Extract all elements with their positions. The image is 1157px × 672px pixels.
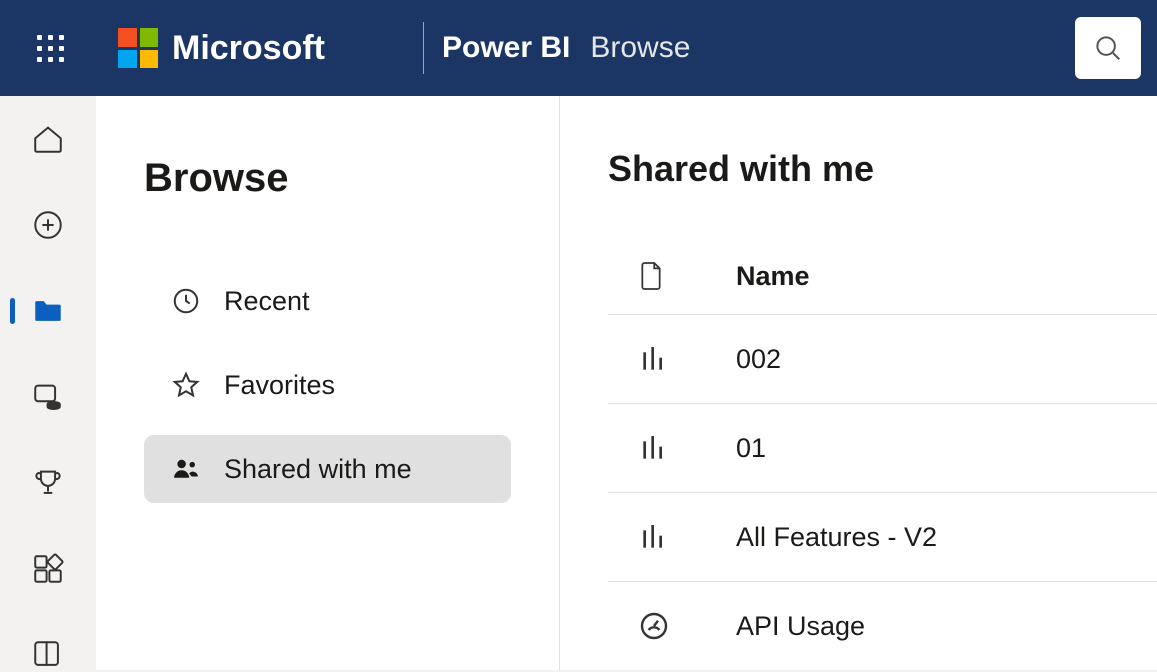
nav-data-hub[interactable] xyxy=(0,380,96,414)
app-launcher-button[interactable] xyxy=(32,30,68,66)
table-row[interactable]: 01 xyxy=(608,404,1157,493)
browse-item-label: Recent xyxy=(224,286,310,317)
table-row[interactable]: API Usage xyxy=(608,582,1157,670)
nav-learn[interactable] xyxy=(0,638,96,672)
row-name: 002 xyxy=(736,344,781,375)
browse-item-shared[interactable]: Shared with me xyxy=(144,435,511,503)
nav-metrics[interactable] xyxy=(0,466,96,500)
search-icon xyxy=(1093,33,1123,63)
row-name: 01 xyxy=(736,433,766,464)
header-breadcrumb: Browse xyxy=(590,31,690,65)
microsoft-logo-icon xyxy=(118,28,158,68)
report-icon xyxy=(638,343,736,375)
star-icon xyxy=(170,369,202,401)
nav-apps[interactable] xyxy=(0,552,96,586)
browse-panel: Browse Recent Favorites Shared with xyxy=(96,96,560,670)
table-row[interactable]: 002 xyxy=(608,315,1157,404)
clock-icon xyxy=(170,285,202,317)
table-row[interactable]: All Features - V2 xyxy=(608,493,1157,582)
app-name[interactable]: Power BI xyxy=(442,31,570,65)
search-button[interactable] xyxy=(1075,17,1141,79)
microsoft-logo: Microsoft xyxy=(118,28,325,68)
main-content: Shared with me Name 002 01 xyxy=(560,96,1157,670)
row-name: API Usage xyxy=(736,611,865,642)
book-icon xyxy=(31,638,65,672)
trophy-icon xyxy=(31,466,65,500)
nav-create[interactable] xyxy=(0,208,96,242)
people-icon xyxy=(170,453,202,485)
nav-rail xyxy=(0,96,96,670)
browse-panel-title: Browse xyxy=(144,156,511,201)
nav-home[interactable] xyxy=(0,122,96,156)
browse-item-favorites[interactable]: Favorites xyxy=(144,351,511,419)
data-hub-icon xyxy=(31,380,65,414)
page-title: Shared with me xyxy=(608,148,1157,190)
column-type-icon[interactable] xyxy=(638,260,736,292)
file-icon xyxy=(638,260,664,292)
folder-icon xyxy=(31,294,65,328)
plus-circle-icon xyxy=(31,208,65,242)
apps-icon xyxy=(31,552,65,586)
header-divider xyxy=(423,22,424,74)
browse-item-label: Shared with me xyxy=(224,454,412,485)
app-header: Microsoft Power BI Browse xyxy=(0,0,1157,96)
report-icon xyxy=(638,521,736,553)
row-name: All Features - V2 xyxy=(736,522,937,553)
home-icon xyxy=(31,122,65,156)
nav-browse[interactable] xyxy=(0,294,96,328)
dashboard-icon xyxy=(638,610,736,642)
microsoft-logo-text: Microsoft xyxy=(172,29,325,68)
table-header: Name xyxy=(608,246,1157,315)
column-header-name[interactable]: Name xyxy=(736,261,810,292)
browse-item-label: Favorites xyxy=(224,370,335,401)
report-icon xyxy=(638,432,736,464)
browse-item-recent[interactable]: Recent xyxy=(144,267,511,335)
